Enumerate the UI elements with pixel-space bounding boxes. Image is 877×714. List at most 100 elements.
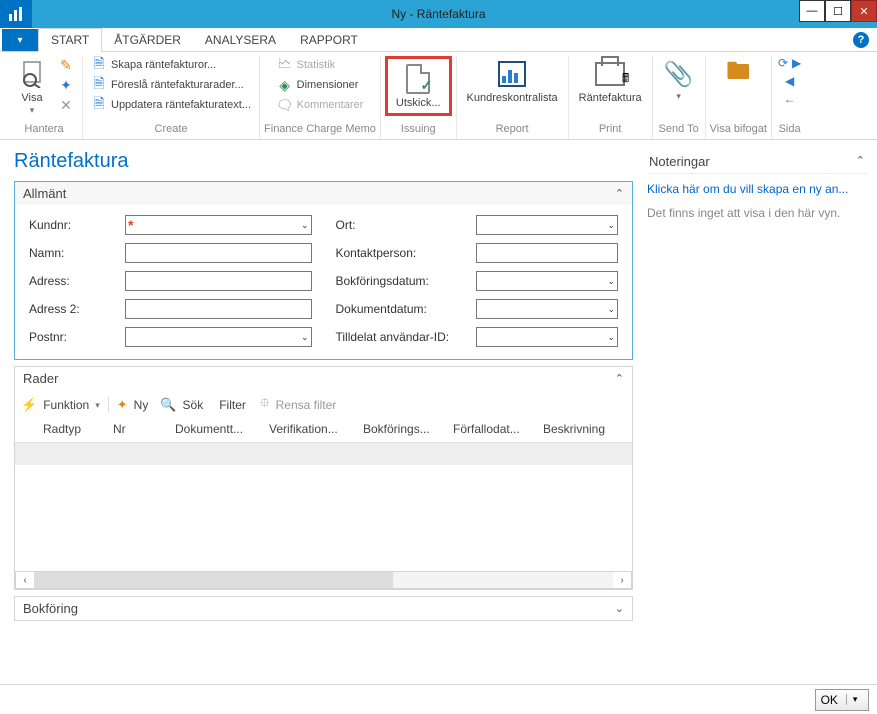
sendto-button[interactable]: 📎 ▾ — [657, 56, 701, 104]
funktion-menu[interactable]: Funktion — [43, 398, 89, 412]
close-button[interactable]: ✕ — [851, 0, 877, 22]
page-title: Räntefaktura — [14, 150, 633, 173]
maximize-button[interactable]: ☐ — [825, 0, 851, 22]
tilldelat-field[interactable]: ⌄ — [476, 327, 619, 347]
edit-button[interactable]: ✎ — [56, 56, 76, 74]
adress-label: Adress: — [29, 274, 125, 288]
scroll-right-icon[interactable]: › — [613, 575, 631, 586]
postnr-field[interactable]: ⌄ — [125, 327, 312, 347]
chevron-down-icon: ▾ — [30, 106, 35, 116]
printer-calc-icon — [594, 58, 626, 90]
namn-field[interactable] — [125, 243, 312, 263]
fasttab-bokforing: Bokföring ⌄ — [14, 596, 633, 621]
uppdatera-text-button[interactable]: 🗎Uppdatera räntefakturatext... — [89, 96, 253, 114]
kundnr-field[interactable]: *⌄ — [125, 215, 312, 235]
send-to-icon: 📎 — [663, 58, 695, 90]
update-text-icon: 🗎 — [91, 97, 107, 113]
noteringar-create-link[interactable]: Klicka här om du vill skapa en ny an... — [647, 180, 867, 206]
kundreskontralista-button[interactable]: Kundreskontralista — [461, 56, 564, 106]
col-bokforings[interactable]: Bokförings... — [363, 422, 441, 436]
dokumentdatum-label: Dokumentdatum: — [336, 302, 476, 316]
kontakt-field[interactable] — [476, 243, 619, 263]
ribbon-group-print: Räntefaktura Print — [569, 56, 653, 139]
tab-rapport[interactable]: RAPPORT — [288, 29, 370, 51]
dimensioner-button[interactable]: ◈Dimensioner — [275, 76, 366, 94]
create-finance-icon: 🗎 — [91, 57, 107, 73]
visa-button[interactable]: Visa ▾ — [10, 56, 54, 118]
col-beskrivning[interactable]: Beskrivning — [543, 422, 605, 436]
skapa-rantefakturor-button[interactable]: 🗎Skapa räntefakturor... — [89, 56, 253, 74]
ok-dropdown-icon[interactable]: ▾ — [846, 694, 864, 705]
table-header: Radtyp Nr Dokumentt... Verifikation... B… — [15, 420, 632, 443]
adress-field[interactable] — [125, 271, 312, 291]
bokforingsdatum-field[interactable]: ⌄ — [476, 271, 619, 291]
list-body[interactable] — [15, 465, 632, 569]
scroll-thumb[interactable] — [34, 572, 393, 588]
help-icon[interactable]: ? — [853, 32, 869, 48]
chevron-down-icon: ⌄ — [607, 332, 615, 343]
scroll-left-icon[interactable]: ‹ — [16, 575, 34, 586]
highlight-utskick: Utskick... — [385, 56, 452, 116]
namn-label: Namn: — [29, 246, 125, 260]
prev-icon[interactable]: ◀ — [785, 74, 794, 88]
required-icon: * — [128, 217, 133, 233]
dimensions-icon: ◈ — [277, 77, 293, 93]
chevron-down-icon: ⌄ — [607, 220, 615, 231]
tab-atgarder[interactable]: ÅTGÄRDER — [102, 29, 193, 51]
statistik-button[interactable]: 🗠Statistik — [275, 56, 366, 74]
noteringar-header[interactable]: Noteringar ⌃ — [647, 150, 867, 174]
ribbon-group-hantera: Visa ▾ ✎ ✦ ✕ Hantera — [6, 56, 83, 139]
side-pane-noteringar: Noteringar ⌃ Klicka här om du vill skapa… — [647, 140, 877, 684]
ort-field[interactable]: ⌄ — [476, 215, 619, 235]
ribbon-group-fcm: 🗠Statistik ◈Dimensioner 🗨Kommentarer Fin… — [260, 56, 381, 139]
window-title: Ny - Räntefaktura — [0, 7, 877, 21]
comments-icon: 🗨 — [277, 97, 293, 113]
ribbon-group-report: Kundreskontralista Report — [457, 56, 569, 139]
col-radtyp[interactable]: Radtyp — [43, 422, 101, 436]
col-nr[interactable]: Nr — [113, 422, 163, 436]
back-icon[interactable]: ← — [784, 92, 796, 106]
minimize-button[interactable]: — — [799, 0, 825, 22]
chevron-down-icon: ⌄ — [301, 332, 309, 343]
horizontal-scrollbar[interactable]: ‹ › — [15, 571, 632, 589]
col-verifikation[interactable]: Verifikation... — [269, 422, 351, 436]
fasttab-allmant-header[interactable]: Allmänt ⌃ — [15, 182, 632, 205]
col-dokument[interactable]: Dokumentt... — [175, 422, 257, 436]
chevron-up-icon: ⌃ — [856, 154, 865, 169]
utskick-button[interactable]: Utskick... — [390, 61, 447, 111]
delete-icon: ✕ — [58, 97, 74, 113]
ny-button[interactable]: Ny — [134, 398, 149, 412]
new-button[interactable]: ✦ — [56, 76, 76, 94]
fasttab-bokforing-header[interactable]: Bokföring ⌄ — [15, 597, 632, 620]
chevron-down-icon: ▾ — [95, 400, 100, 411]
sok-button[interactable]: Sök — [183, 398, 204, 412]
postnr-label: Postnr: — [29, 330, 125, 344]
chevron-down-icon: ⌄ — [301, 220, 309, 231]
foresla-rader-button[interactable]: 🗎Föreslå räntefakturarader... — [89, 76, 253, 94]
main-pane: Räntefaktura Allmänt ⌃ Kundnr:*⌄ Namn: A… — [0, 140, 647, 684]
tab-start[interactable]: START — [38, 28, 102, 52]
tilldelat-label: Tilldelat användar-ID: — [336, 330, 476, 344]
scroll-track[interactable] — [34, 572, 613, 588]
search-icon: 🔍 — [160, 397, 176, 413]
file-tab[interactable]: ▾ — [2, 29, 38, 51]
rensa-filter-button[interactable]: Rensa filter — [276, 398, 337, 412]
filter-button[interactable]: Filter — [219, 398, 246, 412]
ribbon: Visa ▾ ✎ ✦ ✕ Hantera 🗎Skapa räntefakturo… — [0, 52, 877, 140]
tab-analysera[interactable]: ANALYSERA — [193, 29, 288, 51]
statistics-icon: 🗠 — [277, 57, 293, 73]
adress2-field[interactable] — [125, 299, 312, 319]
ribbon-tab-bar: ▾ START ÅTGÄRDER ANALYSERA RAPPORT ? — [0, 28, 877, 52]
delete-button[interactable]: ✕ — [56, 96, 76, 114]
issue-doc-icon — [402, 63, 434, 95]
ok-button[interactable]: OK ▾ — [815, 689, 869, 711]
kommentarer-button[interactable]: 🗨Kommentarer — [275, 96, 366, 114]
refresh-icon[interactable]: ⟳ — [778, 56, 788, 70]
fasttab-rader-header[interactable]: Rader ⌃ — [15, 367, 632, 390]
next-icon[interactable]: ▶ — [792, 56, 801, 70]
dokumentdatum-field[interactable]: ⌄ — [476, 299, 619, 319]
kontakt-label: Kontaktperson: — [336, 246, 476, 260]
col-forfallodat[interactable]: Förfallodat... — [453, 422, 531, 436]
print-rantefaktura-button[interactable]: Räntefaktura — [573, 56, 648, 106]
visa-bifogat-button[interactable]: 🖿 — [716, 56, 760, 92]
